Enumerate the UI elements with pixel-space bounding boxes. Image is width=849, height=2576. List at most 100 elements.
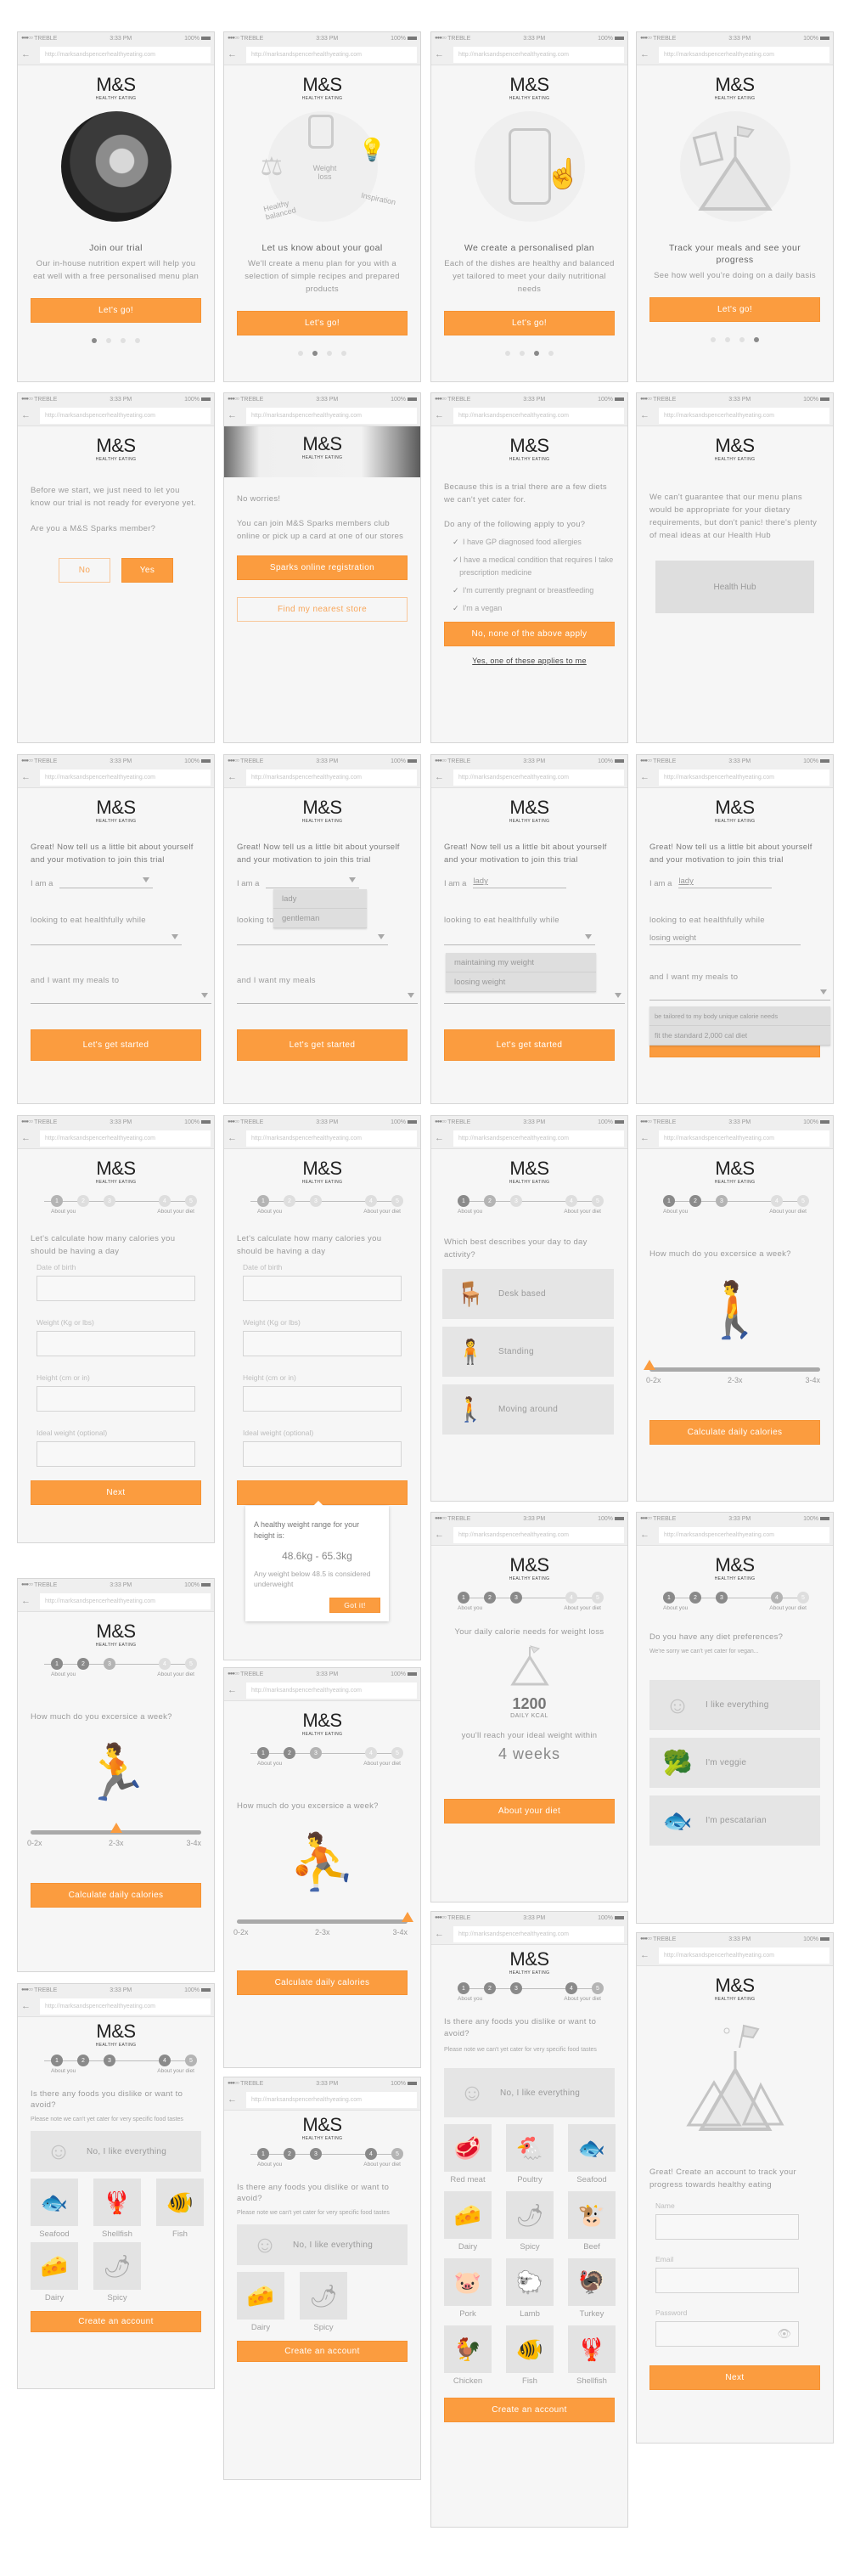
url-field[interactable]: http://marksandspencerhealthyeating.com — [246, 407, 417, 424]
pref-option-veggie[interactable]: 🥦 I'm veggie — [649, 1738, 820, 1788]
url-field[interactable]: http://marksandspencerhealthyeating.com — [40, 46, 211, 63]
page-dot[interactable] — [92, 338, 97, 343]
create-account-button[interactable]: Create an account — [444, 2398, 615, 2422]
meals-select[interactable] — [649, 989, 830, 1001]
meals-select[interactable] — [237, 992, 418, 1004]
like-everything-option[interactable]: ☺ No, I like everything — [444, 2068, 615, 2117]
food-option-seafood[interactable]: 🐟 Seafood — [31, 2179, 78, 2239]
url-field[interactable]: http://marksandspencerhealthyeating.com — [453, 769, 624, 786]
pref-option-everything[interactable]: ☺ I like everything — [649, 1680, 820, 1730]
arrow-left-icon[interactable]: ← — [640, 772, 659, 782]
calculate-calories-button[interactable]: Calculate daily calories — [649, 1420, 820, 1445]
url-field[interactable]: http://marksandspencerhealthyeating.com — [453, 407, 624, 424]
gender-select[interactable]: lady — [678, 877, 773, 888]
arrow-left-icon[interactable]: ← — [228, 2094, 246, 2105]
goal-select[interactable] — [31, 933, 182, 945]
arrow-left-icon[interactable]: ← — [435, 772, 453, 782]
arrow-left-icon[interactable]: ← — [21, 2001, 40, 2011]
height-input[interactable] — [243, 1386, 402, 1412]
one-applies-link[interactable]: Yes, one of these applies to me — [444, 657, 615, 665]
health-hub-button[interactable]: Health Hub — [655, 561, 814, 613]
exercise-slider[interactable]: 0-2x 2-3x 3-4x — [644, 1359, 820, 1384]
page-dot[interactable] — [327, 351, 332, 356]
arrow-left-icon[interactable]: ← — [435, 49, 453, 59]
food-option-pork[interactable]: 🐷 Pork — [444, 2258, 492, 2319]
arrow-left-icon[interactable]: ← — [435, 410, 453, 420]
goal-select[interactable]: losing weight — [649, 933, 801, 945]
arrow-left-icon[interactable]: ← — [640, 49, 659, 59]
lets-go-button[interactable]: Let's go! — [444, 311, 615, 335]
name-input[interactable] — [655, 2214, 799, 2240]
food-option-shellfish[interactable]: 🦞 Shellfish — [93, 2179, 141, 2239]
url-field[interactable]: http://marksandspencerhealthyeating.com — [659, 1130, 829, 1147]
lets-go-button[interactable]: Let's go! — [649, 297, 820, 322]
url-field[interactable]: http://marksandspencerhealthyeating.com — [659, 1526, 829, 1543]
ideal-weight-input[interactable] — [243, 1441, 402, 1467]
eye-icon[interactable]: 👁 — [777, 2327, 791, 2341]
food-option-dairy[interactable]: 🧀 Dairy — [237, 2272, 284, 2332]
arrow-left-icon[interactable]: ← — [21, 49, 40, 59]
url-field[interactable]: http://marksandspencerhealthyeating.com — [659, 769, 829, 786]
food-option-spicy[interactable]: 🌶 Spicy — [506, 2191, 554, 2252]
calculate-calories-button[interactable]: Calculate daily calories — [31, 1883, 201, 1908]
page-dot[interactable] — [121, 338, 126, 343]
page-dot[interactable] — [135, 338, 140, 343]
food-option-spicy[interactable]: 🌶 Spicy — [300, 2272, 347, 2332]
dropdown-option[interactable]: be tailored to my body unique calorie ne… — [649, 1006, 830, 1026]
dropdown-option[interactable]: loosing weight — [446, 972, 596, 992]
arrow-left-icon[interactable]: ← — [21, 410, 40, 420]
arrow-left-icon[interactable]: ← — [228, 1685, 246, 1695]
activity-option-moving[interactable]: 🚶 Moving around — [442, 1384, 614, 1435]
dob-input[interactable] — [37, 1276, 195, 1301]
meals-select[interactable] — [31, 992, 211, 1004]
url-field[interactable]: http://marksandspencerhealthyeating.com — [40, 1130, 211, 1147]
arrow-left-icon[interactable]: ← — [228, 410, 246, 420]
sparks-registration-button[interactable]: Sparks online registration — [237, 555, 408, 580]
dropdown-option[interactable]: maintaining my weight — [446, 953, 596, 972]
slider-thumb[interactable] — [644, 1360, 655, 1370]
arrow-left-icon[interactable]: ← — [21, 772, 40, 782]
create-account-button[interactable]: Create an account — [237, 2341, 408, 2362]
gender-select[interactable] — [59, 877, 154, 888]
food-option-dairy[interactable]: 🧀 Dairy — [31, 2242, 78, 2303]
dob-input[interactable] — [243, 1276, 402, 1301]
none-apply-button[interactable]: No, none of the above apply — [444, 622, 615, 646]
food-option-fish[interactable]: 🐠 Fish — [156, 2179, 204, 2239]
url-field[interactable]: http://marksandspencerhealthyeating.com — [659, 1947, 829, 1964]
get-started-button[interactable]: Let's get started — [444, 1029, 615, 1061]
page-dot[interactable] — [312, 351, 318, 356]
slider-thumb[interactable] — [402, 1912, 413, 1922]
url-field[interactable]: http://marksandspencerhealthyeating.com — [453, 1130, 624, 1147]
page-dot[interactable] — [341, 351, 346, 356]
url-field[interactable]: http://marksandspencerhealthyeating.com — [659, 46, 829, 63]
find-store-button[interactable]: Find my nearest store — [237, 597, 408, 622]
weight-input[interactable] — [37, 1331, 195, 1356]
page-dot[interactable] — [711, 337, 716, 342]
arrow-left-icon[interactable]: ← — [228, 1133, 246, 1143]
ideal-weight-input[interactable] — [37, 1441, 195, 1467]
url-field[interactable]: http://marksandspencerhealthyeating.com — [40, 1998, 211, 2015]
exercise-slider[interactable]: 0-2x 2-3x 3-4x — [27, 1822, 201, 1847]
arrow-left-icon[interactable]: ← — [640, 1530, 659, 1540]
meals-select[interactable] — [444, 992, 625, 1004]
arrow-left-icon[interactable]: ← — [640, 1950, 659, 1960]
exercise-slider[interactable]: 0-2x 2-3x 3-4x — [233, 1911, 413, 1936]
get-started-button[interactable]: Let's get started — [237, 1029, 408, 1061]
activity-option-desk[interactable]: 🪑 Desk based — [442, 1269, 614, 1319]
url-field[interactable]: http://marksandspencerhealthyeating.com — [246, 1130, 417, 1147]
lets-go-button[interactable]: Let's go! — [31, 298, 201, 323]
food-option-red-meat[interactable]: 🥩 Red meat — [444, 2124, 492, 2184]
food-option-seafood[interactable]: 🐟 Seafood — [568, 2124, 616, 2184]
dropdown-option[interactable]: fit the standard 2,000 cal diet — [649, 1026, 830, 1046]
arrow-left-icon[interactable]: ← — [640, 410, 659, 420]
url-field[interactable]: http://marksandspencerhealthyeating.com — [453, 1526, 624, 1543]
page-dot[interactable] — [520, 351, 525, 356]
food-option-lamb[interactable]: 🐑 Lamb — [506, 2258, 554, 2319]
create-account-button[interactable]: Create an account — [31, 2311, 201, 2332]
url-field[interactable]: http://marksandspencerhealthyeating.com — [246, 46, 417, 63]
arrow-left-icon[interactable]: ← — [228, 772, 246, 782]
dropdown-option[interactable]: lady — [273, 889, 367, 909]
url-field[interactable]: http://marksandspencerhealthyeating.com — [659, 407, 829, 424]
food-option-chicken[interactable]: 🐓 Chicken — [444, 2325, 492, 2386]
height-input[interactable] — [37, 1386, 195, 1412]
